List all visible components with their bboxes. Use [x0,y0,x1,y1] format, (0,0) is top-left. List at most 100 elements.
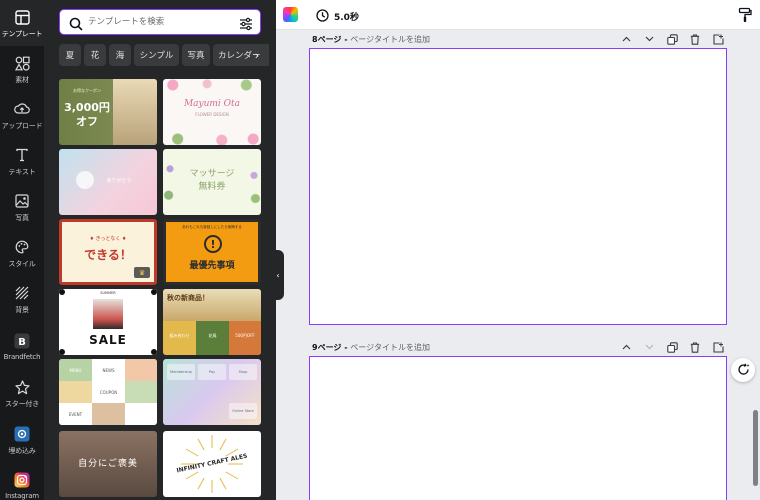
rail-label: テキスト [8,168,36,176]
chevron-up-icon[interactable] [618,31,634,47]
chevron-up-icon[interactable] [618,339,634,355]
page-9-canvas[interactable] [309,356,727,500]
template-tile-sale[interactable]: SUMMER SALE [59,289,157,355]
rail-label: 写真 [15,214,29,222]
tile-decoration [163,79,261,91]
page-title-separator: - [341,35,351,44]
template-tile-autumn[interactable]: 秋の新商品！ 組み合わせ 花鳥 500円OFF [163,289,261,355]
template-tile-coupon[interactable]: お得なクーポン 3,000円 オフ [59,79,157,145]
tile-cell [59,381,92,403]
trash-icon[interactable] [687,31,703,47]
template-tile-massage[interactable]: マッサージ 無料券 [163,149,261,215]
paint-roller-icon[interactable] [738,7,752,27]
template-search-box[interactable] [59,9,261,35]
tile-text: お得なクーポン [73,88,101,93]
tile-cell [125,381,157,403]
template-tile-thanks[interactable]: ありがとう [59,149,157,215]
tile-text: FLOWER DESIGN [195,112,229,117]
template-search-input[interactable] [88,14,228,30]
rail-item-styles[interactable]: スタイル [0,230,44,276]
rail-item-brandfetch[interactable]: B Brandfetch [0,324,44,370]
rail-label: 背景 [15,306,29,314]
svg-text:B: B [18,337,26,348]
chip-photo[interactable]: 写真 [182,44,210,66]
tile-decoration [151,349,157,355]
tile-cell: EVENT [59,403,92,425]
add-page-icon[interactable] [710,31,726,47]
tile-decoration [163,133,261,145]
tile-cell: Shop [229,364,257,380]
duplicate-icon[interactable] [664,31,680,47]
brandfetch-icon: B [14,333,30,349]
canvas-scrollbar[interactable] [753,410,758,486]
trash-icon[interactable] [687,339,703,355]
tile-text: できる！ [84,248,132,262]
chip-simple[interactable]: シンプル [134,44,179,66]
template-tile-flower-card[interactable]: Mayumi Ota FLOWER DESIGN [163,79,261,145]
tile-text: SALE [89,333,127,347]
tile-text: SUMMER [100,291,116,295]
collapse-panel-button[interactable]: ‹ [272,250,284,300]
rail-label: 素材 [15,76,29,84]
templates-panel: 夏 花 海 シンプル 写真 カレンダー › お得なクーポン 3,000円 オフ … [44,0,276,500]
page-number: 9ページ [312,343,342,352]
rail-label: テンプレート [1,30,43,38]
chevron-right-icon[interactable]: › [249,44,265,66]
page-title[interactable]: 8ページ - ページタイトルを追加 [312,34,430,45]
rail-label: スタイル [8,260,36,268]
category-chips: 夏 花 海 シンプル 写真 カレンダー [59,44,269,66]
side-rail: テンプレート 素材 アップロード テキスト 写真 スタイル 背景 B Brand… [0,0,44,500]
tile-text: あれもこれも後回しにしたら後悔する [182,225,242,229]
page-timer[interactable]: 5.0秒 [316,7,359,26]
page-title-placeholder: ページタイトルを追加 [350,35,430,44]
editor-topbar: 5.0秒 [276,0,760,30]
page-title[interactable]: 9ページ - ページタイトルを追加 [312,342,430,353]
template-tile-priority[interactable]: あれもこれも後回しにしたら後悔する ! 最優先事項 [163,219,261,285]
rail-label: スター付き [5,400,39,408]
chip-flower[interactable]: 花 [84,44,106,66]
template-tile-dekiru[interactable]: ♦ きっとなく ♦ できる！ ♛ [59,219,157,285]
tile-cell: 組み合わせ [163,321,196,355]
template-tile-craft-ales[interactable]: INFINITY CRAFT ALES [163,431,261,497]
duplicate-icon[interactable] [664,339,680,355]
tile-cell [125,359,157,381]
rail-label: 埋め込み [8,447,36,455]
tile-text: 秋の新商品！ [167,294,209,302]
chip-summer[interactable]: 夏 [59,44,81,66]
template-tile-pastel-grid[interactable]: Membership Pay Shop Online Store [163,359,261,425]
refresh-assistant-button[interactable] [731,358,755,382]
template-tile-grid-menu[interactable]: MENU NEWS COUPON EVENT [59,359,157,425]
tile-text: オフ [76,115,98,128]
add-page-icon[interactable] [710,339,726,355]
rail-item-instagram[interactable]: Instagram [0,463,44,500]
background-icon [14,285,30,301]
filter-sliders-icon[interactable] [239,16,253,35]
template-icon [14,9,30,25]
chevron-down-icon [641,339,657,355]
page-9-header: 9ページ - ページタイトルを追加 [312,339,726,355]
page-title-placeholder: ページタイトルを追加 [350,343,430,352]
tile-decoration [59,349,65,355]
palette-icon [14,239,30,255]
search-icon [69,16,83,35]
tile-text: マッサージ [189,169,235,179]
template-tile-reward[interactable]: 自分にご褒美 [59,431,157,497]
page-8-canvas[interactable] [309,48,727,325]
tile-photo [113,79,157,145]
elements-icon [14,55,30,71]
star-icon [14,379,30,395]
rail-item-elements[interactable]: 素材 [0,46,44,92]
rail-item-photos[interactable]: 写真 [0,184,44,230]
timer-label: 5.0秒 [334,13,359,23]
tile-cell: Pay [198,364,226,380]
chevron-down-icon[interactable] [641,31,657,47]
rail-item-starred[interactable]: スター付き [0,370,44,416]
rail-item-uploads[interactable]: アップロード [0,92,44,138]
rail-item-embed[interactable]: 埋め込み [0,417,44,463]
rail-item-text[interactable]: テキスト [0,138,44,184]
color-picker-icon[interactable] [283,7,298,22]
chip-sea[interactable]: 海 [109,44,131,66]
photo-icon [14,193,30,209]
rail-item-background[interactable]: 背景 [0,276,44,322]
rail-item-templates[interactable]: テンプレート [0,0,44,46]
